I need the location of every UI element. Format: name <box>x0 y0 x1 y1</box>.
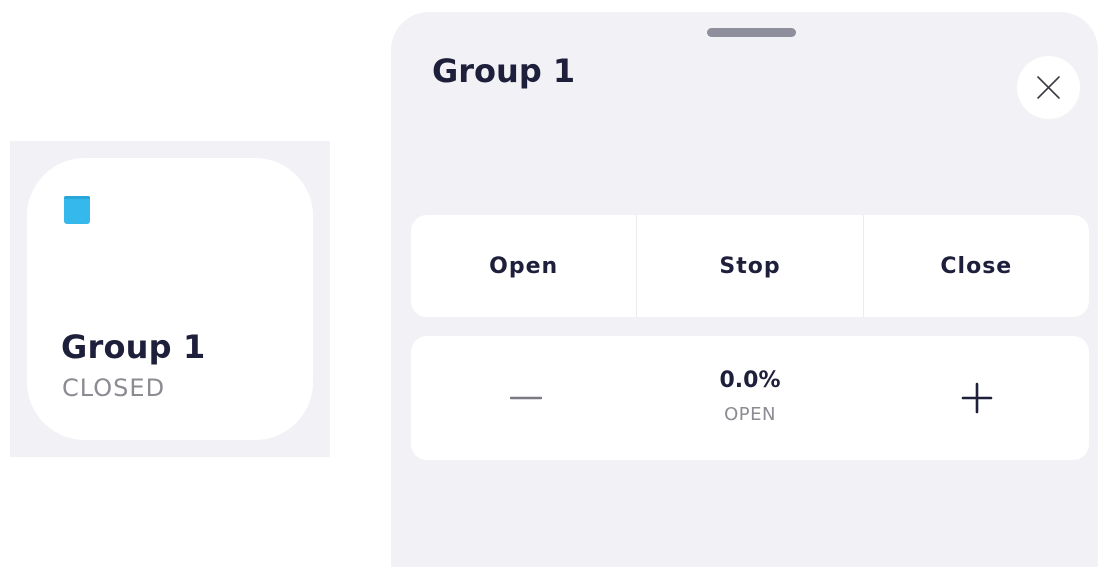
close-icon <box>1037 76 1060 99</box>
increase-button[interactable] <box>947 368 1007 428</box>
open-button[interactable]: Open <box>411 215 636 317</box>
stop-button[interactable]: Stop <box>636 215 862 317</box>
sheet-title: Group 1 <box>432 52 576 90</box>
page: Group 1 CLOSED Group 1 Open Stop Close 0… <box>0 0 1098 567</box>
position-control: 0.0% OPEN <box>411 336 1089 460</box>
close-button[interactable] <box>1017 56 1080 119</box>
tile-status: CLOSED <box>62 374 166 402</box>
tile-name: Group 1 <box>61 328 206 366</box>
close-action-button[interactable]: Close <box>862 215 1089 317</box>
plus-icon <box>961 382 993 414</box>
minus-icon <box>510 396 542 400</box>
control-buttons: Open Stop Close <box>411 215 1089 317</box>
detail-sheet: Group 1 Open Stop Close 0.0% OPEN <box>391 12 1098 567</box>
sheet-grabber[interactable] <box>707 28 796 37</box>
group-tile[interactable]: Group 1 CLOSED <box>27 158 313 440</box>
blind-icon <box>64 196 90 224</box>
